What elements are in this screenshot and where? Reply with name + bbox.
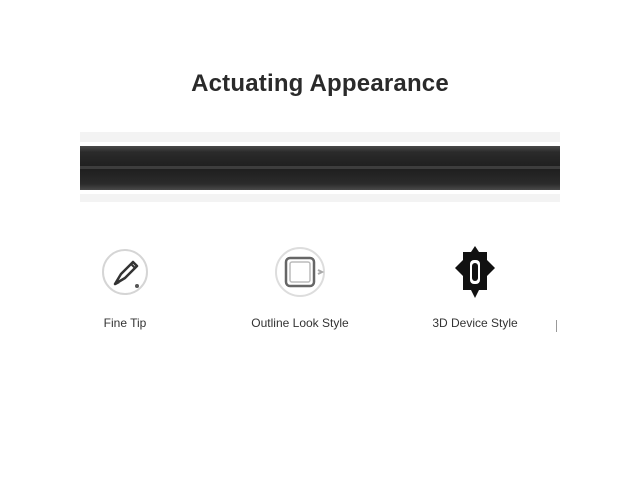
more-options-indicator[interactable] — [556, 320, 561, 332]
3d-device-style-label: 3D Device Style — [432, 316, 518, 330]
outline-look-style-option[interactable]: Outline Look Style — [225, 236, 375, 346]
outline-look-style-label: Outline Look Style — [251, 316, 349, 330]
page: Actuating Appearance Fine Tip Outline Lo… — [0, 0, 640, 480]
fine-tip-label: Fine Tip — [103, 316, 147, 330]
outline-square-icon — [275, 247, 325, 297]
appearance-preview-bar — [80, 146, 560, 190]
pen-tip-icon — [102, 249, 148, 295]
page-title: Actuating Appearance — [191, 70, 449, 97]
style-options-toolbar: Fine Tip Outline Look Style 3D Device St… — [80, 236, 560, 346]
dark-device-icon — [455, 246, 495, 298]
appearance-preview-band — [80, 132, 560, 202]
3d-device-style-option[interactable]: 3D Device Style — [400, 236, 550, 346]
fine-tip-option[interactable]: Fine Tip — [70, 236, 180, 346]
preview-bar-stripe — [80, 166, 560, 169]
